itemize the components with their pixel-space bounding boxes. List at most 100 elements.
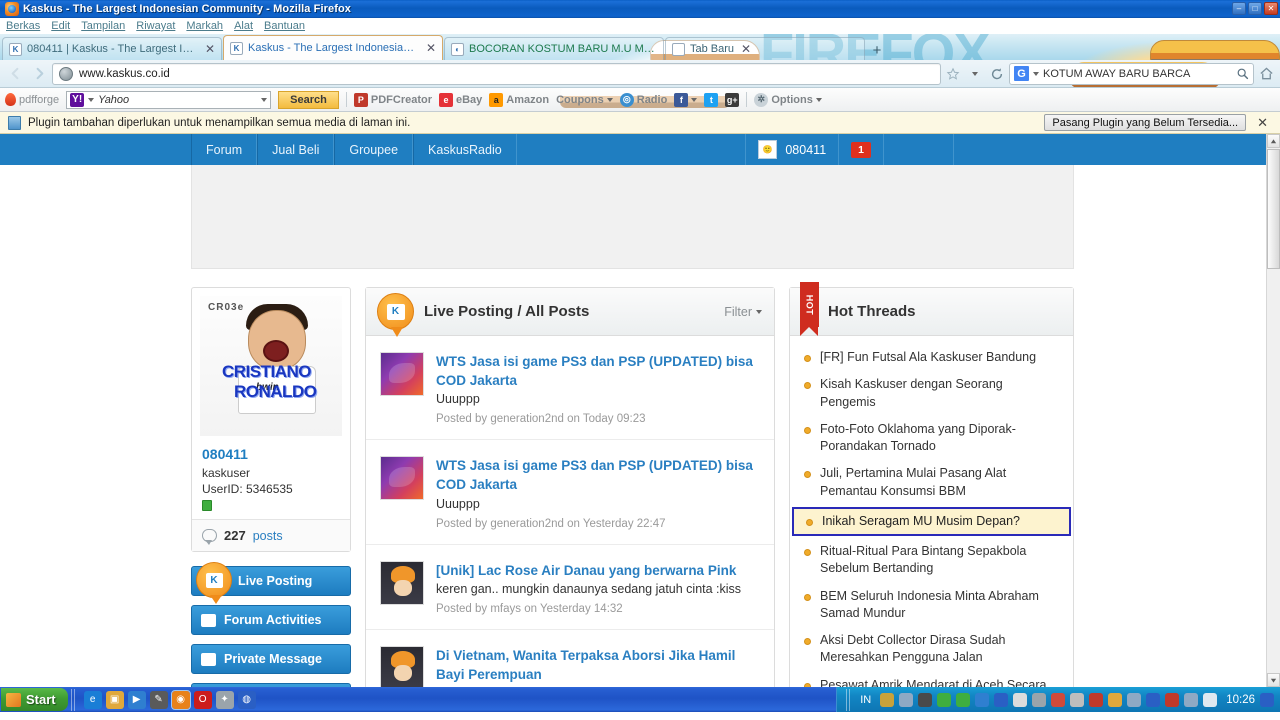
- display-icon[interactable]: [1146, 692, 1161, 707]
- bookmark-star-icon[interactable]: [943, 63, 963, 85]
- nav-item-jual-beli[interactable]: Jual Beli: [257, 134, 335, 165]
- notification-close-icon[interactable]: ✕: [1253, 115, 1272, 131]
- coupons-chevron-icon[interactable]: [606, 97, 613, 102]
- grey-circle-icon[interactable]: [1070, 692, 1085, 707]
- home-button[interactable]: [1256, 63, 1276, 85]
- tab-close-icon[interactable]: ✕: [741, 43, 751, 55]
- list-item[interactable]: Pesawat Amrik Mendarat di Aceh Secara Il…: [790, 672, 1073, 687]
- globe-icon[interactable]: ◍: [237, 690, 256, 709]
- list-item[interactable]: Juli, Pertamina Mulai Pasang Alat Pemant…: [790, 460, 1073, 505]
- menu-item-riwayat[interactable]: Riwayat: [136, 20, 175, 32]
- idm-icon[interactable]: [1051, 692, 1066, 707]
- taskbar-grip[interactable]: [70, 688, 77, 711]
- yahoo-search-input[interactable]: Yahoo: [98, 94, 257, 106]
- sidebar-item-forum-activities[interactable]: Forum Activities: [191, 605, 351, 635]
- menu-item-edit[interactable]: Edit: [51, 20, 70, 32]
- post-item[interactable]: [Unik] Lac Rose Air Danau yang berwarna …: [366, 545, 774, 630]
- tab-close-icon[interactable]: ✕: [426, 42, 436, 54]
- nav-item-kaskusradio[interactable]: KaskusRadio: [413, 134, 517, 165]
- list-item[interactable]: Aksi Debt Collector Dirasa Sudah Meresah…: [790, 627, 1073, 672]
- menu-item-markah[interactable]: Markah: [186, 20, 223, 32]
- taskbar-clock[interactable]: 10:26: [1226, 694, 1255, 706]
- maximize-button[interactable]: □: [1248, 2, 1262, 15]
- sidebar-item-live-posting[interactable]: K Live Posting: [191, 562, 351, 604]
- post-title[interactable]: [Unik] Lac Rose Air Danau yang berwarna …: [436, 561, 760, 580]
- ebay-button[interactable]: e eBay: [439, 92, 482, 107]
- nav-item-forum[interactable]: Forum: [191, 134, 258, 165]
- notification-area[interactable]: 1: [839, 134, 884, 165]
- back-button[interactable]: [4, 63, 26, 85]
- coupons-button[interactable]: Coupons: [556, 94, 613, 106]
- yahoo-dropdown-icon[interactable]: [261, 97, 268, 102]
- scroll-up-icon[interactable]: [1267, 134, 1280, 148]
- yahoo-search-field[interactable]: Y! Yahoo: [66, 90, 272, 109]
- options-chevron-icon[interactable]: [815, 97, 822, 102]
- excel-icon[interactable]: [1089, 692, 1104, 707]
- monitor-icon[interactable]: [899, 692, 914, 707]
- tray-grip[interactable]: [846, 688, 853, 711]
- list-item[interactable]: Kisah Kaskuser dengan Seorang Pengemis: [790, 371, 1073, 416]
- grey-disc-icon[interactable]: [1032, 692, 1047, 707]
- list-item[interactable]: Foto-Foto Oklahoma yang Diporak-Porandak…: [790, 416, 1073, 461]
- language-indicator[interactable]: IN: [860, 694, 871, 706]
- profile-posts-row[interactable]: 227 posts: [192, 519, 350, 551]
- notepad-icon[interactable]: ✎: [149, 690, 168, 709]
- red-tool-icon[interactable]: [1165, 692, 1180, 707]
- cards-icon[interactable]: [1013, 692, 1028, 707]
- post-title[interactable]: WTS Jasa isi game PS3 dan PSP (UPDATED) …: [436, 456, 760, 494]
- close-window-button[interactable]: ✕: [1264, 2, 1278, 15]
- scrollbar-thumb[interactable]: [1267, 149, 1280, 269]
- menu-item-bantuan[interactable]: Bantuan: [264, 20, 305, 32]
- triangle-icon[interactable]: [956, 692, 971, 707]
- browser-tab-4[interactable]: Tab Baru ✕: [665, 37, 865, 60]
- firefox-icon[interactable]: ◉: [170, 689, 191, 710]
- forward-button[interactable]: [28, 63, 50, 85]
- pdfforge-brand[interactable]: pdfforge: [5, 93, 59, 106]
- new-tab-button[interactable]: +: [866, 40, 888, 60]
- printer-icon[interactable]: [1184, 692, 1199, 707]
- key-icon[interactable]: [1108, 692, 1123, 707]
- chevron-down-icon[interactable]: [88, 97, 95, 102]
- list-item[interactable]: [FR] Fun Futsal Ala Kaskuser Bandung: [790, 344, 1073, 371]
- opera-icon[interactable]: O: [193, 690, 212, 709]
- post-title[interactable]: Di Vietnam, Wanita Terpaksa Aborsi Jika …: [436, 646, 760, 684]
- options-button[interactable]: ✲ Options: [754, 92, 822, 107]
- usb-icon[interactable]: [1127, 692, 1142, 707]
- scroll-down-icon[interactable]: [1267, 673, 1280, 687]
- browser-tab-1[interactable]: K 080411 | Kaskus - The Largest Indonesi…: [2, 37, 222, 60]
- status-badge[interactable]: 1: [851, 141, 871, 158]
- search-button[interactable]: Search: [278, 90, 339, 109]
- reload-button[interactable]: [987, 63, 1007, 85]
- menu-item-tampilan[interactable]: Tampilan: [81, 20, 125, 32]
- address-bar[interactable]: www.kaskus.co.id: [52, 62, 941, 85]
- search-bar[interactable]: G KOTUM AWAY BARU BARCA: [1009, 62, 1254, 85]
- post-item[interactable]: WTS Jasa isi game PS3 dan PSP (UPDATED) …: [366, 336, 774, 441]
- plug-ok-icon[interactable]: [937, 692, 952, 707]
- browser-tab-3[interactable]: ◐ BOCORAN KOSTUM BARU M.U MUSIM DE...: [444, 37, 664, 60]
- post-item[interactable]: Di Vietnam, Wanita Terpaksa Aborsi Jika …: [366, 630, 774, 687]
- post-title[interactable]: WTS Jasa isi game PS3 dan PSP (UPDATED) …: [436, 352, 760, 390]
- radio-button[interactable]: ◎ Radio: [619, 92, 667, 107]
- menu-item-berkas[interactable]: Berkas: [6, 20, 40, 32]
- folder-icon[interactable]: ▣: [105, 690, 124, 709]
- list-item[interactable]: BEM Seluruh Indonesia Minta Abraham Sama…: [790, 583, 1073, 628]
- minimize-button[interactable]: –: [1232, 2, 1246, 15]
- search-engine-chevron-icon[interactable]: [1033, 71, 1039, 76]
- show-desktop-icon[interactable]: [1260, 692, 1274, 707]
- install-plugin-button[interactable]: Pasang Plugin yang Belum Tersedia...: [1044, 114, 1247, 131]
- safari-icon[interactable]: ✦: [215, 690, 234, 709]
- network-icon[interactable]: [975, 692, 990, 707]
- pdfcreator-button[interactable]: P PDFCreator: [353, 92, 432, 107]
- start-button[interactable]: Start: [1, 688, 68, 711]
- blue-globe-icon[interactable]: [994, 692, 1009, 707]
- facebook-button[interactable]: f: [674, 92, 698, 107]
- dropmarker-icon[interactable]: [965, 63, 985, 85]
- sidebar-item-private-message[interactable]: Private Message: [191, 644, 351, 674]
- profile-username[interactable]: 080411: [202, 446, 340, 462]
- google-plus-button[interactable]: g+: [725, 92, 740, 107]
- nav-item-groupee[interactable]: Groupee: [334, 134, 414, 165]
- browser-tab-2[interactable]: K Kaskus - The Largest Indonesian Commu.…: [223, 35, 443, 60]
- internet-explorer-icon[interactable]: e: [83, 690, 102, 709]
- list-item-selected[interactable]: Inikah Seragam MU Musim Depan?: [792, 506, 1071, 536]
- twitter-button[interactable]: t: [704, 92, 719, 107]
